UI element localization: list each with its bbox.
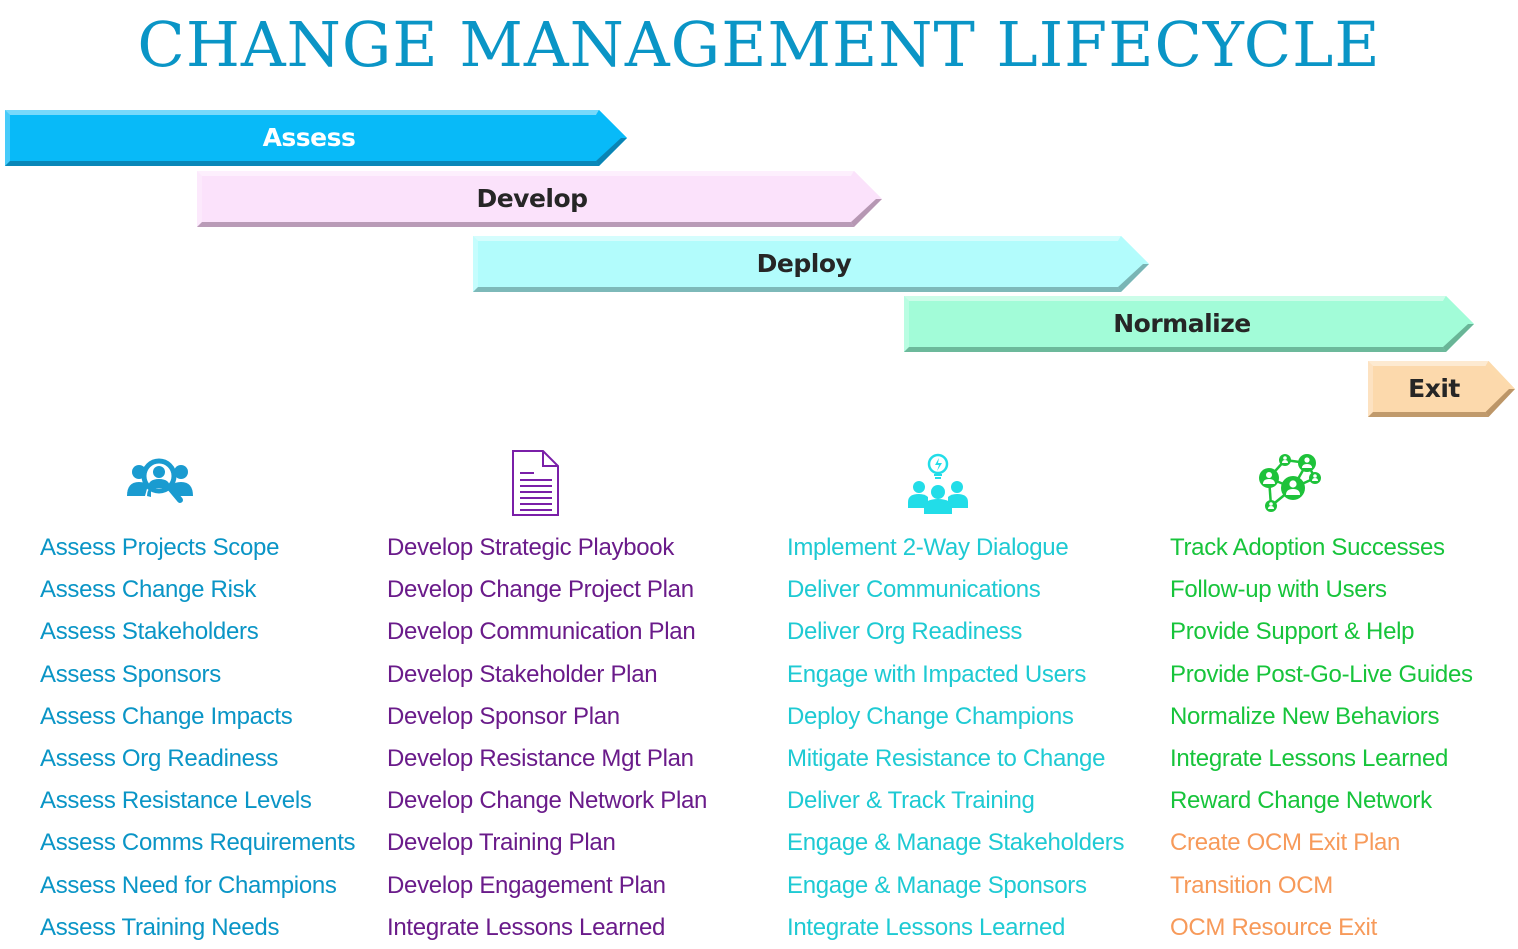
task-item: Deliver & Track Training: [787, 787, 1035, 815]
phase-label-deploy: Deploy: [756, 249, 852, 278]
task-item: Engage with Impacted Users: [787, 660, 1087, 688]
task-item: Reward Change Network: [1170, 787, 1432, 815]
people-search-icon: [125, 452, 195, 518]
task-item: Assess Need for Champions: [40, 871, 337, 899]
phase-arrow-develop: Develop: [197, 171, 882, 227]
task-item: Assess Projects Scope: [40, 534, 280, 561]
task-item: Deliver Communications: [787, 576, 1041, 604]
phase-label-develop: Develop: [476, 184, 588, 213]
column-develop: Develop Strategic Playbook Develop Change…: [387, 527, 707, 949]
task-item: Provide Support & Help: [1170, 618, 1415, 646]
task-item: Assess Org Readiness: [40, 745, 279, 773]
task-item: Develop Resistance Mgt Plan: [387, 745, 694, 773]
task-item: OCM Resource Exit: [1170, 913, 1377, 941]
task-item: Assess Resistance Levels: [40, 787, 312, 815]
task-item: Assess Change Risk: [40, 576, 257, 604]
task-item: Deliver Org Readiness: [787, 618, 1023, 646]
task-item: Develop Change Project Plan: [387, 576, 694, 604]
task-item: Track Adoption Successes: [1170, 534, 1445, 561]
task-item: Assess Comms Requirements: [40, 829, 356, 857]
column-deploy: Implement 2-Way Dialogue Deliver Communic…: [787, 527, 1124, 949]
task-item: Develop Strategic Playbook: [387, 534, 675, 561]
phase-arrow-deploy: Deploy: [473, 236, 1149, 292]
phase-arrow-normalize: Normalize: [904, 296, 1474, 352]
phase-label-assess: Assess: [262, 123, 356, 152]
task-item: Implement 2-Way Dialogue: [787, 534, 1069, 561]
task-item: Normalize New Behaviors: [1170, 702, 1440, 730]
task-item: Create OCM Exit Plan: [1170, 829, 1401, 857]
task-item: Develop Training Plan: [387, 829, 616, 857]
task-item: Assess Sponsors: [40, 660, 221, 688]
network-icon: [1253, 448, 1329, 518]
column-assess: Assess Projects Scope Assess Change Risk A…: [40, 527, 356, 949]
phase-label-exit: Exit: [1408, 374, 1460, 403]
phase-arrow-exit: Exit: [1368, 361, 1515, 417]
task-item: Transition OCM: [1170, 871, 1333, 899]
phase-label-normalize: Normalize: [1113, 309, 1251, 338]
team-idea-icon: [904, 450, 974, 516]
task-item: Engage & Manage Stakeholders: [787, 829, 1125, 857]
task-item: Develop Communication Plan: [387, 618, 696, 646]
task-item: Assess Training Needs: [40, 913, 280, 941]
task-item: Integrate Lessons Learned: [1170, 745, 1449, 773]
task-item: Provide Post-Go-Live Guides: [1170, 660, 1473, 688]
column-normalize: Track Adoption Successes Follow-up with U…: [1170, 527, 1473, 949]
task-item: Assess Change Impacts: [40, 702, 293, 730]
task-item: Engage & Manage Sponsors: [787, 871, 1087, 899]
document-icon: [502, 448, 568, 518]
task-item: Develop Engagement Plan: [387, 871, 666, 899]
task-item: Develop Change Network Plan: [387, 787, 708, 815]
task-item: Develop Sponsor Plan: [387, 702, 620, 730]
page-title: CHANGE MANAGEMENT LIFECYCLE: [137, 8, 1381, 81]
task-item: Integrate Lessons Learned: [787, 913, 1066, 941]
phase-arrow-assess: Assess: [5, 110, 627, 166]
task-item: Assess Stakeholders: [40, 618, 259, 646]
task-item: Follow-up with Users: [1170, 576, 1387, 604]
task-item: Mitigate Resistance to Change: [787, 745, 1106, 773]
task-item: Deploy Change Champions: [787, 702, 1074, 730]
task-item: Develop Stakeholder Plan: [387, 660, 658, 688]
task-item: Integrate Lessons Learned: [387, 913, 666, 941]
